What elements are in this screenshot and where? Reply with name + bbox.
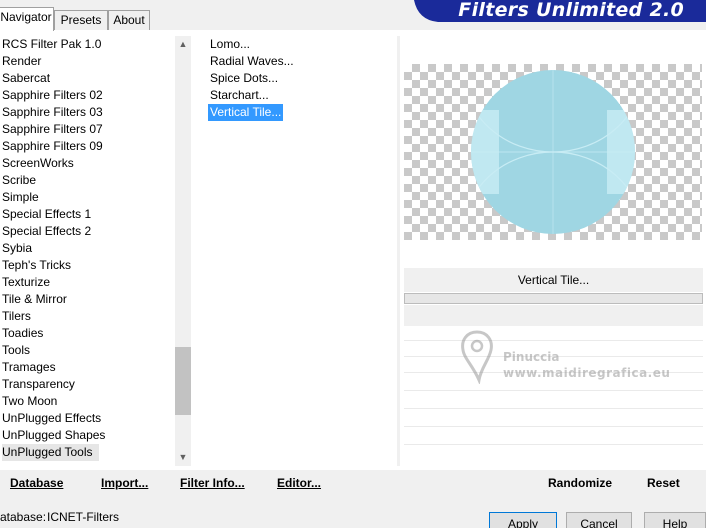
filter-item[interactable]: Lomo... [208,36,252,53]
import-button[interactable]: Import... [101,476,148,490]
category-item[interactable]: UnPlugged Tools [2,444,99,461]
scrollbar-thumb[interactable] [175,347,191,415]
category-item[interactable]: Sapphire Filters 02 [2,87,103,104]
app-title: Filters Unlimited 2.0 [458,0,684,21]
reset-button[interactable]: Reset [647,476,680,490]
category-item[interactable]: Texturize [2,274,50,291]
category-item[interactable]: ScreenWorks [2,155,74,172]
tab-about[interactable]: About [108,10,150,30]
category-item[interactable]: RCS Filter Pak 1.0 [2,36,101,53]
parameter-row [404,426,703,427]
parameter-header [404,305,703,326]
tab-navigator[interactable]: Navigator [0,7,54,31]
apply-button[interactable]: Apply [489,512,557,528]
filter-preview [404,64,702,240]
category-item[interactable]: Simple [2,189,39,206]
watermark-logo-icon [461,330,493,384]
filter-item[interactable]: Radial Waves... [208,53,296,70]
filter-name-display: Vertical Tile... [404,268,703,292]
parameter-row [404,444,703,445]
filter-info-button[interactable]: Filter Info... [180,476,245,490]
category-item[interactable]: Teph's Tricks [2,257,71,274]
filter-item[interactable]: Spice Dots... [208,70,280,87]
category-item[interactable]: Sapphire Filters 07 [2,121,103,138]
tab-presets[interactable]: Presets [54,10,108,30]
app-banner: Filters Unlimited 2.0 [400,0,706,22]
parameter-row [404,408,703,409]
progress-bar [404,293,703,304]
editor-button[interactable]: Editor... [277,476,321,490]
tab-strip: Navigator Presets About [0,0,152,31]
category-item[interactable]: Tilers [2,308,31,325]
watermark-url: www.maidiregrafica.eu [503,366,671,380]
category-item[interactable]: Toadies [2,325,43,342]
triangle-up-icon[interactable]: ▲ [175,36,191,53]
category-item[interactable]: UnPlugged Shapes [2,427,105,444]
cancel-button[interactable]: Cancel [566,512,632,528]
database-info: atabase: ICNET-Filters [0,510,119,524]
help-button[interactable]: Help [644,512,706,528]
preview-image [471,70,635,234]
category-item[interactable]: Sapphire Filters 09 [2,138,103,155]
watermark: Pinuccia www.maidiregrafica.eu [455,328,695,388]
category-item[interactable]: Transparency [2,376,75,393]
category-item[interactable]: Sabercat [2,70,50,87]
category-scrollbar[interactable]: ▲ ▼ [175,36,191,466]
category-item[interactable]: Two Moon [2,393,57,410]
divider [397,36,400,466]
filter-item[interactable]: Vertical Tile... [208,104,284,121]
parameter-row [404,390,703,391]
category-item[interactable]: Sybia [2,240,32,257]
category-list[interactable]: RCS Filter Pak 1.0 Render Sabercat Sapphire… [0,36,175,466]
category-item[interactable]: Special Effects 1 [2,206,91,223]
database-value: ICNET-Filters [47,510,119,524]
triangle-down-icon[interactable]: ▼ [175,449,191,466]
category-item[interactable]: Render [2,53,41,70]
filter-item[interactable]: Starchart... [208,87,271,104]
category-item[interactable]: Tramages [2,359,56,376]
category-item[interactable]: Tile & Mirror [2,291,67,308]
database-label: atabase: [0,510,47,524]
watermark-name: Pinuccia [503,350,560,364]
database-button[interactable]: Database [10,476,63,490]
category-item[interactable]: Sapphire Filters 03 [2,104,103,121]
filter-list[interactable]: Lomo... Radial Waves... Spice Dots... Starc… [198,36,394,466]
category-item[interactable]: Tools [2,342,30,359]
category-item[interactable]: Scribe [2,172,36,189]
category-item[interactable]: UnPlugged Effects [2,410,101,427]
randomize-button[interactable]: Randomize [548,476,612,490]
category-item[interactable]: Special Effects 2 [2,223,91,240]
